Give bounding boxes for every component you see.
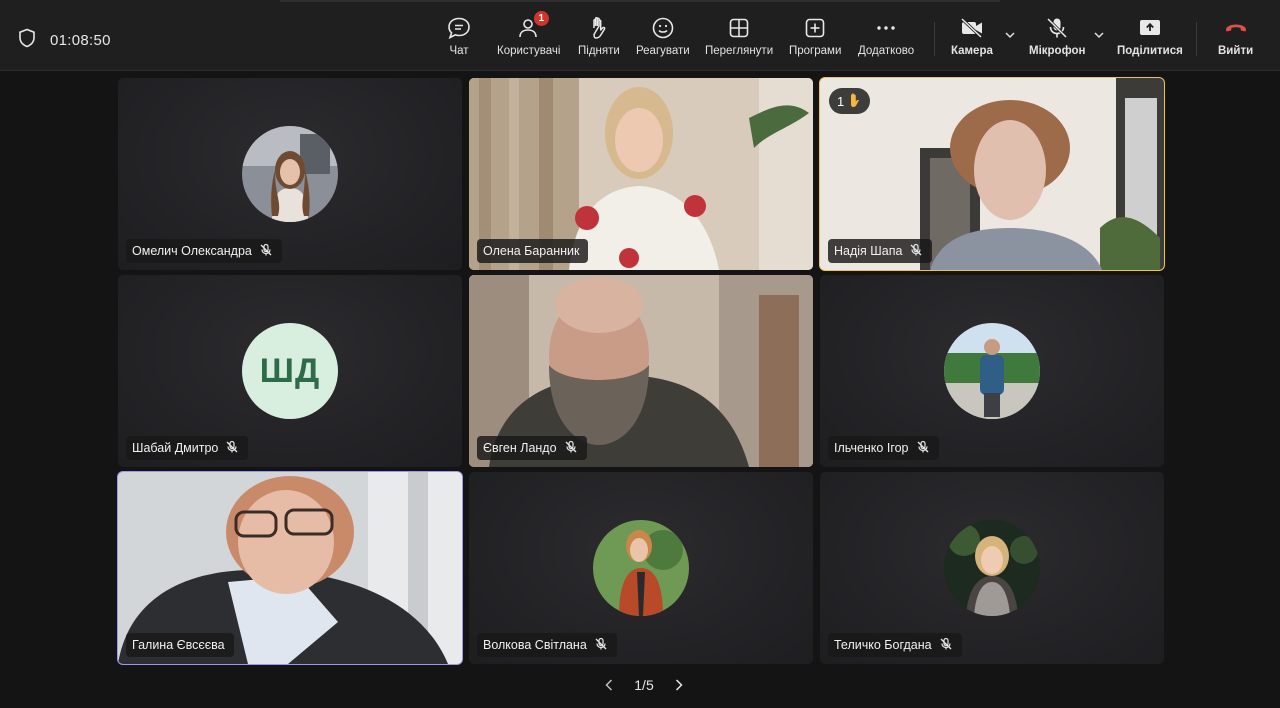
raised-hand-order: 1 — [837, 93, 845, 109]
participant-name-tag: Шабай Дмитро — [126, 436, 249, 460]
share-button[interactable]: Поділитися — [1117, 14, 1183, 57]
participant-tile[interactable]: Омелич Олександра — [118, 78, 462, 270]
people-count-badge: 1 — [533, 11, 549, 26]
chat-label: Чат — [449, 45, 469, 57]
participant-tile[interactable]: Олена Баранник — [469, 78, 813, 270]
meeting-timer: 01:08:50 — [50, 32, 111, 49]
participant-avatar-photo — [593, 520, 689, 616]
toolbar-divider — [1196, 22, 1197, 56]
grid-view-icon — [727, 14, 751, 42]
camera-off-icon — [959, 14, 985, 42]
mic-off-icon — [1045, 14, 1069, 42]
participant-name: Євген Ландо — [483, 441, 557, 455]
meeting-info: 01:08:50 — [18, 28, 111, 53]
chat-icon — [446, 14, 472, 42]
react-button[interactable]: Реагувати — [636, 14, 690, 57]
people-button[interactable]: 1 Користувачі — [497, 11, 561, 57]
more-icon — [874, 14, 898, 42]
participant-tile[interactable]: Теличко Богдана — [820, 472, 1164, 664]
gallery-pager: 1/5 — [604, 674, 684, 696]
react-label: Реагувати — [636, 45, 690, 57]
camera-button[interactable]: Камера — [951, 14, 993, 57]
participant-tile[interactable]: Галина Євсєєва — [117, 471, 463, 665]
mic-muted-icon — [564, 440, 578, 457]
mic-muted-icon — [259, 243, 273, 260]
raised-hand-badge: 1 — [829, 88, 871, 114]
participant-avatar-photo — [242, 126, 338, 222]
participant-name: Омелич Олександра — [132, 244, 252, 258]
apps-plus-icon — [803, 14, 827, 42]
meeting-toolbar: 01:08:50 Чат 1 Користувачі Підняти Реагу… — [0, 0, 1280, 71]
mic-muted-icon — [594, 637, 608, 654]
next-page-chevron-icon[interactable] — [674, 678, 684, 692]
raise-hand-icon — [587, 14, 611, 42]
microphone-options-chevron-icon[interactable] — [1093, 28, 1105, 46]
participant-name-tag: Олена Баранник — [477, 239, 589, 263]
participant-avatar-photo — [944, 323, 1040, 419]
participant-tile[interactable]: Ільченко Ігор — [820, 275, 1164, 467]
participant-name: Волкова Світлана — [483, 638, 587, 652]
view-label: Переглянути — [705, 45, 774, 57]
participant-name: Олена Баранник — [483, 244, 580, 258]
participant-tile[interactable]: Євген Ландо — [469, 275, 813, 467]
camera-options-chevron-icon[interactable] — [1004, 28, 1016, 46]
camera-label: Камера — [951, 45, 993, 57]
top-edge-line — [280, 0, 1000, 2]
participant-tile[interactable]: ШД Шабай Дмитро — [118, 275, 462, 467]
page-indicator: 1/5 — [634, 677, 654, 693]
previous-page-chevron-icon[interactable] — [604, 678, 614, 692]
participant-name-tag: Ільченко Ігор — [828, 436, 939, 460]
raise-hand-label: Підняти — [578, 45, 620, 57]
participant-name-tag: Волкова Світлана — [477, 633, 617, 657]
shield-icon[interactable] — [18, 28, 36, 53]
participant-avatar-photo — [944, 520, 1040, 616]
apps-button[interactable]: Програми — [789, 14, 841, 57]
participant-name-tag: Надія Шапа — [828, 239, 933, 263]
leave-label: Вийти — [1218, 45, 1254, 57]
mic-muted-icon — [916, 440, 930, 457]
raised-hand-icon — [848, 92, 862, 111]
participant-initials-avatar: ШД — [242, 323, 338, 419]
people-label: Користувачі — [497, 45, 561, 57]
people-icon: 1 — [516, 11, 549, 42]
share-screen-icon — [1137, 14, 1163, 42]
more-button[interactable]: Додатково — [858, 14, 914, 57]
participant-name: Галина Євсєєва — [132, 638, 225, 652]
participant-name: Ільченко Ігор — [834, 441, 909, 455]
participant-tile[interactable]: Волкова Світлана — [469, 472, 813, 664]
mic-muted-icon — [939, 637, 953, 654]
view-button[interactable]: Переглянути — [705, 14, 773, 57]
participant-name: Надія Шапа — [834, 244, 903, 258]
smile-icon — [651, 14, 675, 42]
raise-hand-button[interactable]: Підняти — [578, 14, 620, 57]
participant-tile[interactable]: 1 Надія Шапа — [819, 77, 1165, 271]
leave-button[interactable]: Вийти — [1218, 14, 1253, 57]
mic-muted-icon — [909, 243, 923, 260]
participant-name: Шабай Дмитро — [132, 441, 219, 455]
participant-name: Теличко Богдана — [834, 638, 932, 652]
more-label: Додатково — [858, 45, 915, 57]
phone-hangup-icon — [1223, 14, 1249, 42]
participant-name-tag: Євген Ландо — [477, 436, 587, 460]
mic-muted-icon — [225, 440, 239, 457]
microphone-label: Мікрофон — [1029, 45, 1086, 57]
chat-button[interactable]: Чат — [446, 14, 472, 57]
participant-name-tag: Галина Євсєєва — [126, 633, 234, 657]
share-label: Поділитися — [1117, 45, 1183, 57]
participant-name-tag: Омелич Олександра — [126, 239, 282, 263]
microphone-button[interactable]: Мікрофон — [1029, 14, 1085, 57]
participant-name-tag: Теличко Богдана — [828, 633, 962, 657]
toolbar-divider — [934, 22, 935, 56]
apps-label: Програми — [789, 45, 842, 57]
